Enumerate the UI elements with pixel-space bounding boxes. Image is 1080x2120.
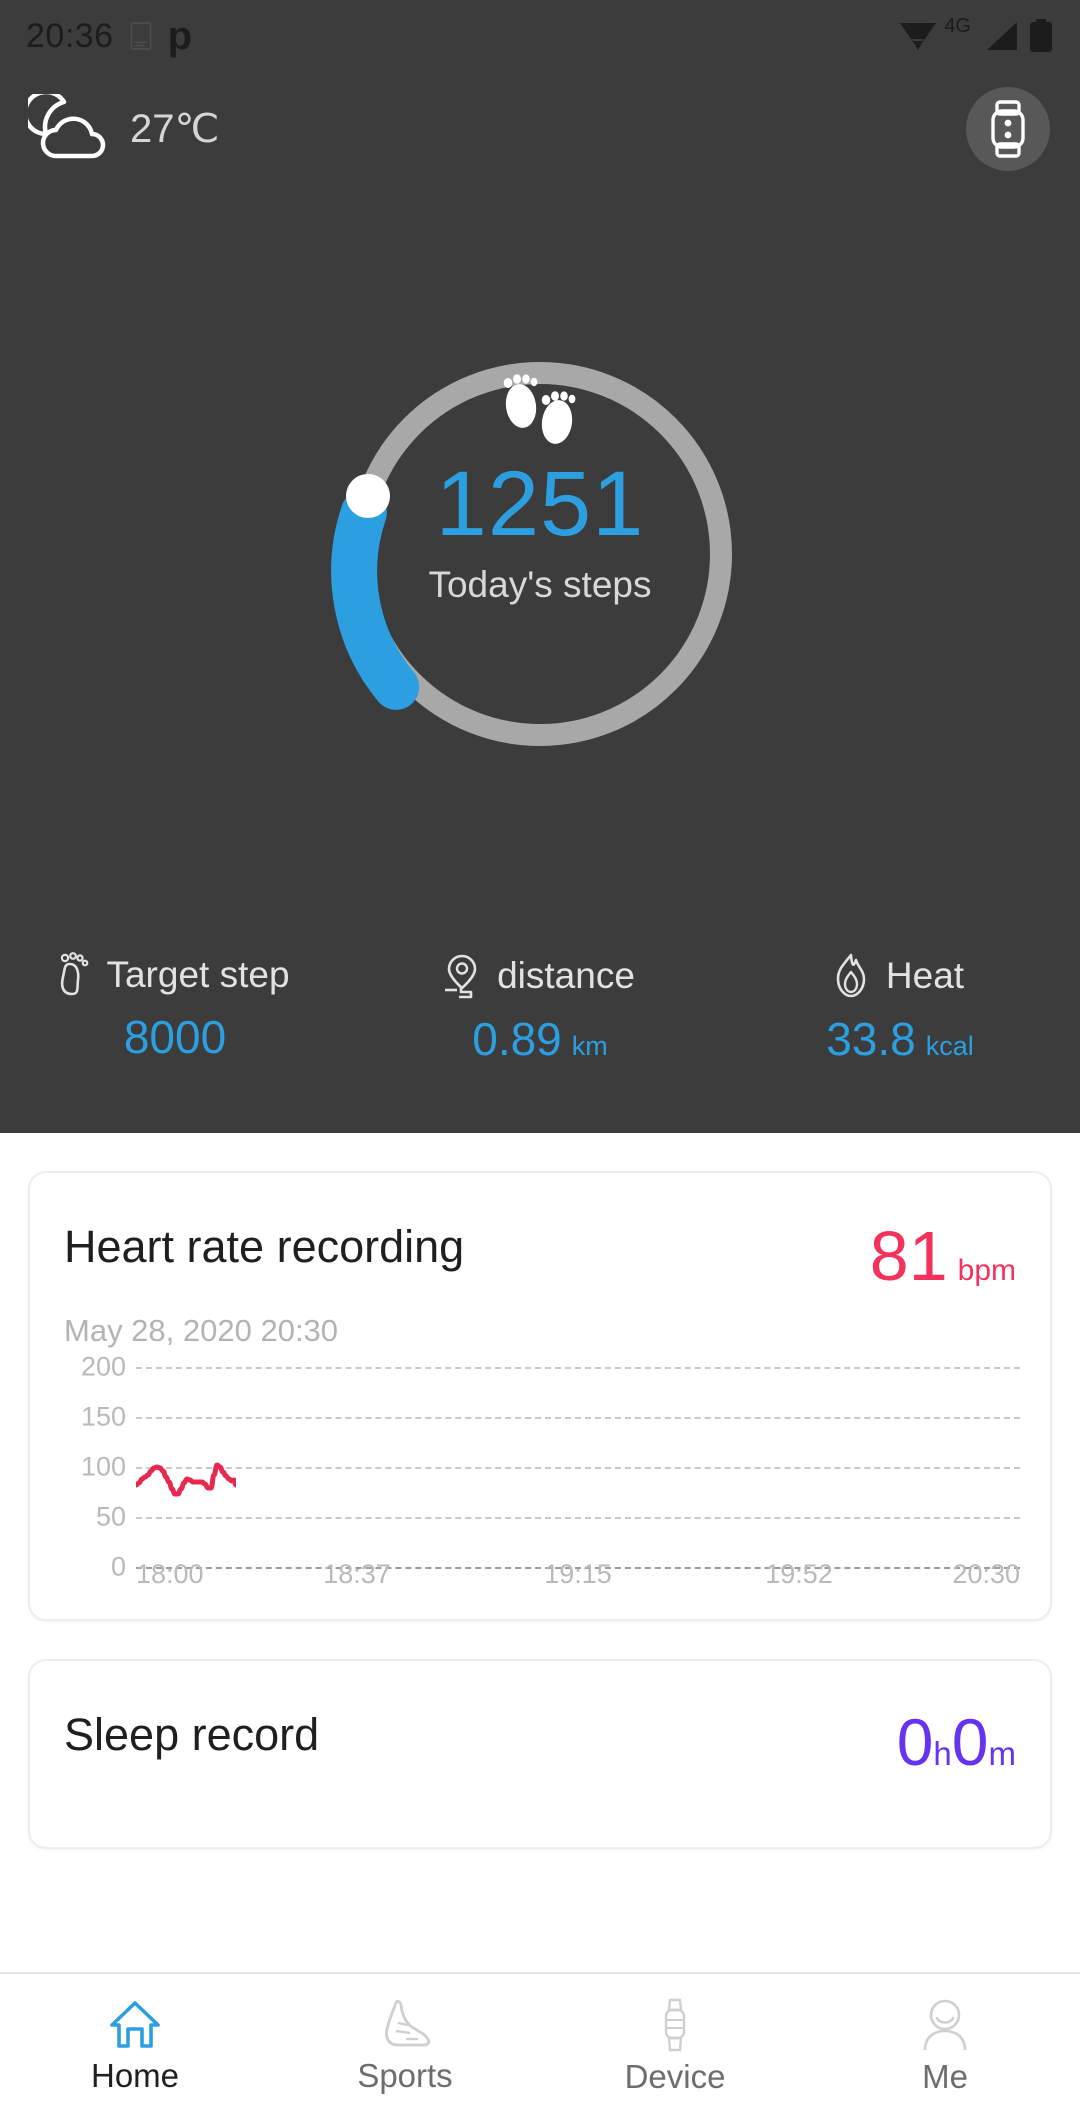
status-bar-clock: 20:36 xyxy=(26,16,114,55)
bottom-navigation: Home Sports Device Me xyxy=(0,1972,1080,2120)
stat-heat[interactable]: Heat 33.8 kcal xyxy=(720,952,1080,1066)
stat-value-wrap: 33.8 kcal xyxy=(826,1012,974,1066)
sleep-hours: 0 xyxy=(896,1705,934,1779)
x-axis-tick: 18:00 xyxy=(136,1559,204,1589)
home-icon xyxy=(110,2001,160,2048)
sleep-hours-unit: h xyxy=(933,1735,952,1772)
heart-rate-x-axis: 18:00 18:37 19:15 19:52 20:30 xyxy=(60,1559,1020,1599)
sleep-card[interactable]: Sleep record 0 h 0 m xyxy=(28,1659,1052,1849)
heart-rate-card-header: Heart rate recording 81 bpm xyxy=(30,1173,1050,1291)
steps-count: 1251 xyxy=(435,453,645,555)
status-bar-right: 4G xyxy=(898,15,1054,53)
sleep-minutes: 0 xyxy=(951,1705,989,1779)
signal-icon xyxy=(987,22,1017,50)
grid-line xyxy=(136,1417,1020,1419)
notification-icon xyxy=(130,22,152,50)
stats-row: Target step 8000 distance 0.89 km Heat 3… xyxy=(0,952,1080,1066)
flame-icon xyxy=(836,953,866,998)
sleep-metric: 0 h 0 m xyxy=(897,1709,1016,1775)
app-screen: 20:36 p 4G 27℃ 1251 Today's steps Target… xyxy=(0,0,1080,2120)
stat-value: 33.8 xyxy=(826,1013,916,1065)
x-axis-tick: 19:52 xyxy=(765,1559,833,1589)
footprints-icon xyxy=(503,374,576,444)
nav-item-me[interactable]: Me xyxy=(810,1974,1080,2120)
stat-unit: kcal xyxy=(925,1031,974,1061)
steps-ring: 1251 Today's steps xyxy=(0,362,1080,770)
stat-header: Target step xyxy=(52,952,290,998)
network-type-label: 4G xyxy=(944,14,971,37)
stat-unit: km xyxy=(571,1031,608,1061)
nav-label-device: Device xyxy=(624,2058,726,2095)
stat-distance[interactable]: distance 0.89 km xyxy=(360,952,720,1066)
band-icon xyxy=(664,1998,686,2052)
device-shortcut-button[interactable] xyxy=(966,87,1050,171)
stat-value: 8000 xyxy=(123,1011,227,1063)
battery-icon xyxy=(1030,19,1052,52)
heart-rate-value: 81 xyxy=(869,1217,948,1295)
stat-value: 0.89 xyxy=(472,1013,562,1065)
stat-label: distance xyxy=(497,955,635,996)
weather-temperature: 27℃ xyxy=(130,107,220,151)
nav-label-me: Me xyxy=(922,2058,968,2095)
pushbullet-icon: p xyxy=(167,14,193,58)
stat-value-wrap: 8000 xyxy=(124,1010,236,1064)
nav-item-home[interactable]: Home xyxy=(0,1974,270,2120)
heart-rate-metric: 81 bpm xyxy=(870,1221,1016,1291)
steps-label: Today's steps xyxy=(428,564,652,605)
stat-label: Target step xyxy=(106,954,290,995)
x-axis-tick: 19:15 xyxy=(544,1559,612,1589)
nav-item-device[interactable]: Device xyxy=(540,1974,810,2120)
sleep-minutes-unit: m xyxy=(988,1735,1017,1772)
night-cloudy-icon xyxy=(28,94,106,159)
sleep-title: Sleep record xyxy=(64,1709,320,1760)
y-axis-tick: 100 xyxy=(80,1451,126,1482)
status-bar-left: 20:36 p xyxy=(26,14,193,58)
stat-target-step[interactable]: Target step 8000 xyxy=(0,952,360,1066)
nav-label-home: Home xyxy=(90,2057,180,2094)
steps-ring-content: 1251 Today's steps xyxy=(0,370,1080,606)
hero-section: 20:36 p 4G 27℃ 1251 Today's steps Target… xyxy=(0,0,1080,1133)
stat-header: distance xyxy=(441,952,635,1000)
y-axis-tick: 50 xyxy=(95,1501,126,1532)
heart-rate-title: Heart rate recording xyxy=(64,1221,465,1272)
footprint-icon xyxy=(61,952,89,996)
grid-line xyxy=(136,1367,1020,1369)
wifi-icon xyxy=(900,23,937,50)
fitness-band-icon xyxy=(991,100,1025,158)
grid-line xyxy=(136,1467,1020,1469)
status-bar: 20:36 p 4G xyxy=(0,0,1080,72)
stat-label: Heat xyxy=(885,955,965,996)
heart-rate-timestamp: May 28, 2020 20:30 xyxy=(64,1313,339,1348)
sleep-card-header: Sleep record 0 h 0 m xyxy=(30,1661,1050,1775)
shoe-icon xyxy=(385,1999,431,2047)
x-axis-tick: 18:37 xyxy=(323,1559,391,1589)
heart-rate-card[interactable]: Heart rate recording 81 bpm May 28, 2020… xyxy=(28,1171,1052,1621)
heart-rate-plot-area: 200 150 100 50 0 xyxy=(60,1352,1020,1582)
nav-label-sports: Sports xyxy=(357,2057,453,2094)
heart-rate-chart: 200 150 100 50 0 18:00 18:37 19:15 19:52 20:30 xyxy=(60,1352,1020,1599)
person-icon xyxy=(923,1999,967,2051)
weather-bar: 27℃ xyxy=(0,74,1080,184)
stat-header: Heat xyxy=(830,952,964,1000)
weather-widget[interactable]: 27℃ xyxy=(28,94,219,164)
cards-area: Heart rate recording 81 bpm May 28, 2020… xyxy=(0,1133,1080,1849)
x-axis-tick: 20:30 xyxy=(952,1559,1020,1589)
heart-rate-line xyxy=(136,1367,236,1567)
y-axis-tick: 150 xyxy=(80,1401,126,1432)
stat-value-wrap: 0.89 km xyxy=(472,1012,608,1066)
heart-rate-unit: bpm xyxy=(957,1254,1016,1287)
grid-line xyxy=(136,1517,1020,1519)
nav-item-sports[interactable]: Sports xyxy=(270,1974,540,2120)
y-axis-tick: 200 xyxy=(80,1351,126,1382)
location-pin-icon xyxy=(445,954,477,999)
